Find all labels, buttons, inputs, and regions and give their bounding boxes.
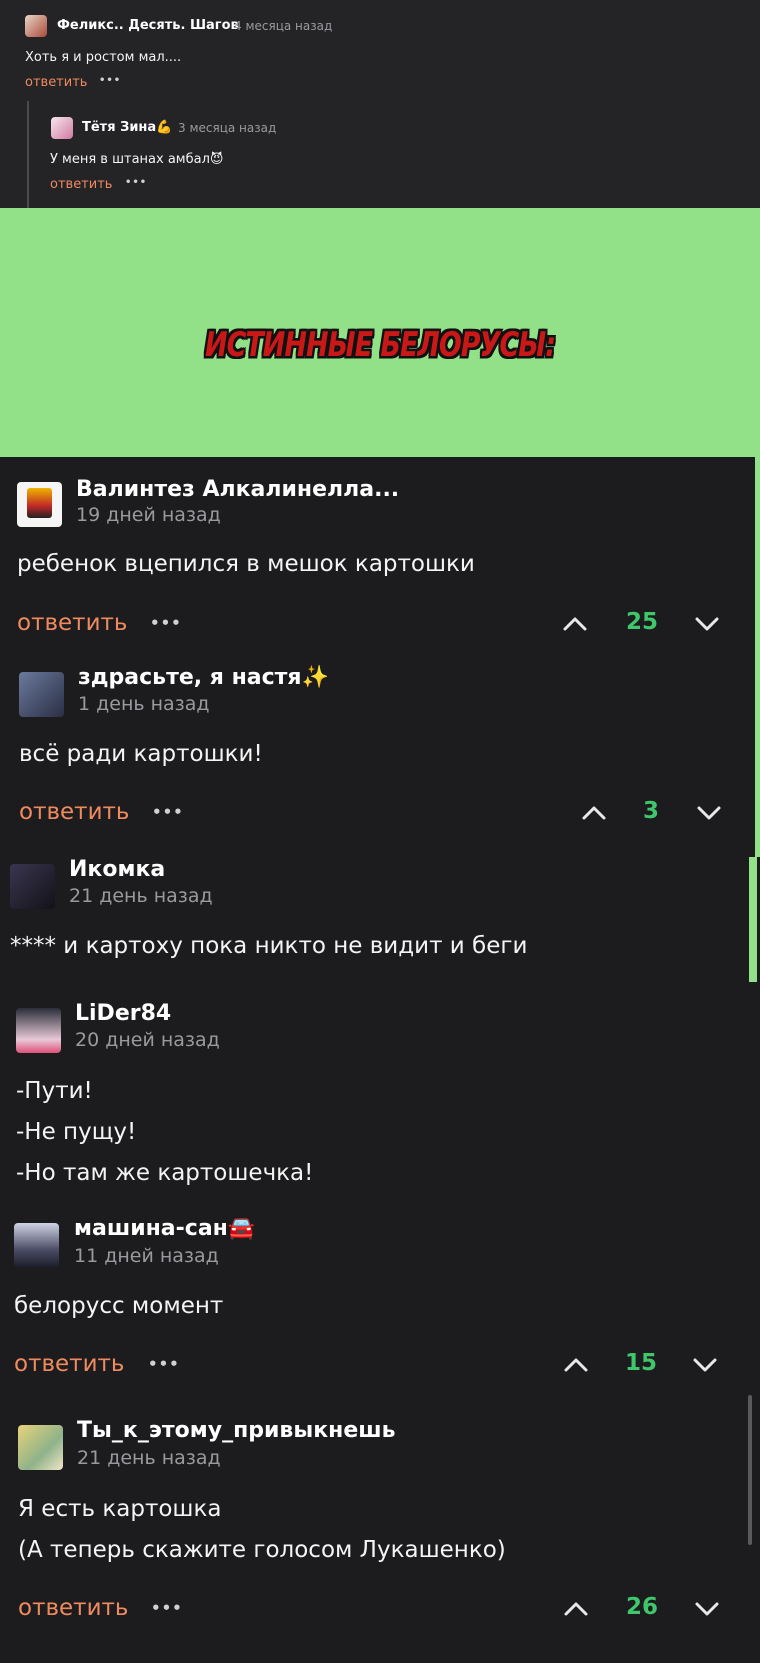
comment-text: Я есть картошка — [18, 1496, 222, 1522]
comment-author[interactable]: Икомка — [69, 857, 165, 882]
comment-time: 1 день назад — [78, 693, 210, 715]
comment-text: Хоть я и ростом мал.... — [25, 50, 182, 65]
avatar[interactable] — [19, 672, 64, 717]
reply-button[interactable]: ответить — [50, 177, 112, 192]
comment-time: 4 месяца назад — [234, 19, 333, 33]
chevron-down-icon[interactable] — [696, 800, 722, 826]
comment-text: (А теперь скажите голосом Лукашенко) — [18, 1537, 506, 1563]
comment-time: 21 день назад — [69, 885, 213, 907]
reply-button[interactable]: ответить — [19, 799, 129, 825]
chevron-up-icon[interactable] — [563, 1596, 589, 1622]
avatar[interactable] — [18, 1425, 63, 1470]
more-options-icon[interactable]: ••• — [125, 177, 147, 188]
chevron-down-icon[interactable] — [692, 1352, 718, 1378]
thread-top-block: Феликс.. Десять. Шагов 4 месяца назад Хо… — [0, 0, 760, 208]
avatar[interactable] — [51, 117, 73, 139]
vote-count: 26 — [625, 1594, 658, 1620]
reply-button[interactable]: ответить — [14, 1351, 124, 1377]
comment-author[interactable]: Ты_к_этому_привыкнешь — [77, 1418, 396, 1443]
comment-text: У меня в штанах амбал😈 — [50, 152, 224, 167]
comment-text: -Но там же картошечка! — [16, 1160, 314, 1186]
reply-button[interactable]: ответить — [18, 1595, 128, 1621]
comment-author[interactable]: LiDer84 — [75, 1001, 171, 1026]
comment-author[interactable]: Валинтез Алкалинелла... — [76, 477, 399, 502]
comment-text: **** и картоху пока никто не видит и бег… — [10, 933, 528, 959]
comment-text: белорусс момент — [14, 1293, 224, 1319]
vote-count: 15 — [624, 1350, 657, 1376]
more-options-icon[interactable]: ••• — [150, 614, 182, 632]
chevron-down-icon[interactable] — [694, 611, 720, 637]
chevron-up-icon[interactable] — [581, 800, 607, 826]
comment-text: -Не пущу! — [16, 1119, 137, 1145]
comment-time: 20 дней назад — [75, 1029, 220, 1051]
comment-author[interactable]: здрасьте, я настя✨ — [78, 665, 329, 690]
comments-section — [0, 457, 755, 1663]
comment-time: 19 дней назад — [76, 504, 221, 526]
avatar[interactable] — [16, 1008, 61, 1053]
avatar[interactable] — [25, 15, 47, 37]
comment-author[interactable]: машина-сан🚘 — [74, 1216, 255, 1241]
more-options-icon[interactable]: ••• — [99, 75, 121, 86]
comment-time: 3 месяца назад — [178, 121, 277, 135]
scrollbar-thumb[interactable] — [748, 1395, 752, 1545]
banner-edge — [749, 857, 757, 982]
reply-button[interactable]: ответить — [17, 610, 127, 636]
comment-author[interactable]: Феликс.. Десять. Шагов — [57, 18, 239, 33]
avatar[interactable] — [17, 482, 62, 527]
comment-time: 21 день назад — [77, 1447, 221, 1469]
chevron-up-icon[interactable] — [563, 1352, 589, 1378]
banner-edge — [755, 457, 760, 857]
comment-text: ребенок вцепился в мешок картошки — [17, 551, 475, 577]
more-options-icon[interactable]: ••• — [152, 803, 184, 821]
vote-count: 25 — [625, 609, 658, 635]
comment-text: -Пути! — [16, 1078, 93, 1104]
more-options-icon[interactable]: ••• — [148, 1355, 180, 1373]
comment-author[interactable]: Тётя Зина💪 — [82, 120, 172, 135]
banner-caption: ИСТИННЫЕ БЕЛОРУСЫ: — [204, 326, 556, 365]
more-options-icon[interactable]: ••• — [151, 1599, 183, 1617]
avatar-image — [27, 488, 52, 518]
comment-text: всё ради картошки! — [19, 741, 263, 767]
chevron-down-icon[interactable] — [694, 1596, 720, 1622]
vote-count: 3 — [642, 798, 659, 824]
reply-button[interactable]: ответить — [25, 75, 87, 90]
thread-line — [27, 101, 29, 208]
chevron-up-icon[interactable] — [562, 611, 588, 637]
avatar[interactable] — [10, 864, 55, 909]
avatar[interactable] — [14, 1223, 59, 1268]
comment-time: 11 дней назад — [74, 1245, 219, 1267]
